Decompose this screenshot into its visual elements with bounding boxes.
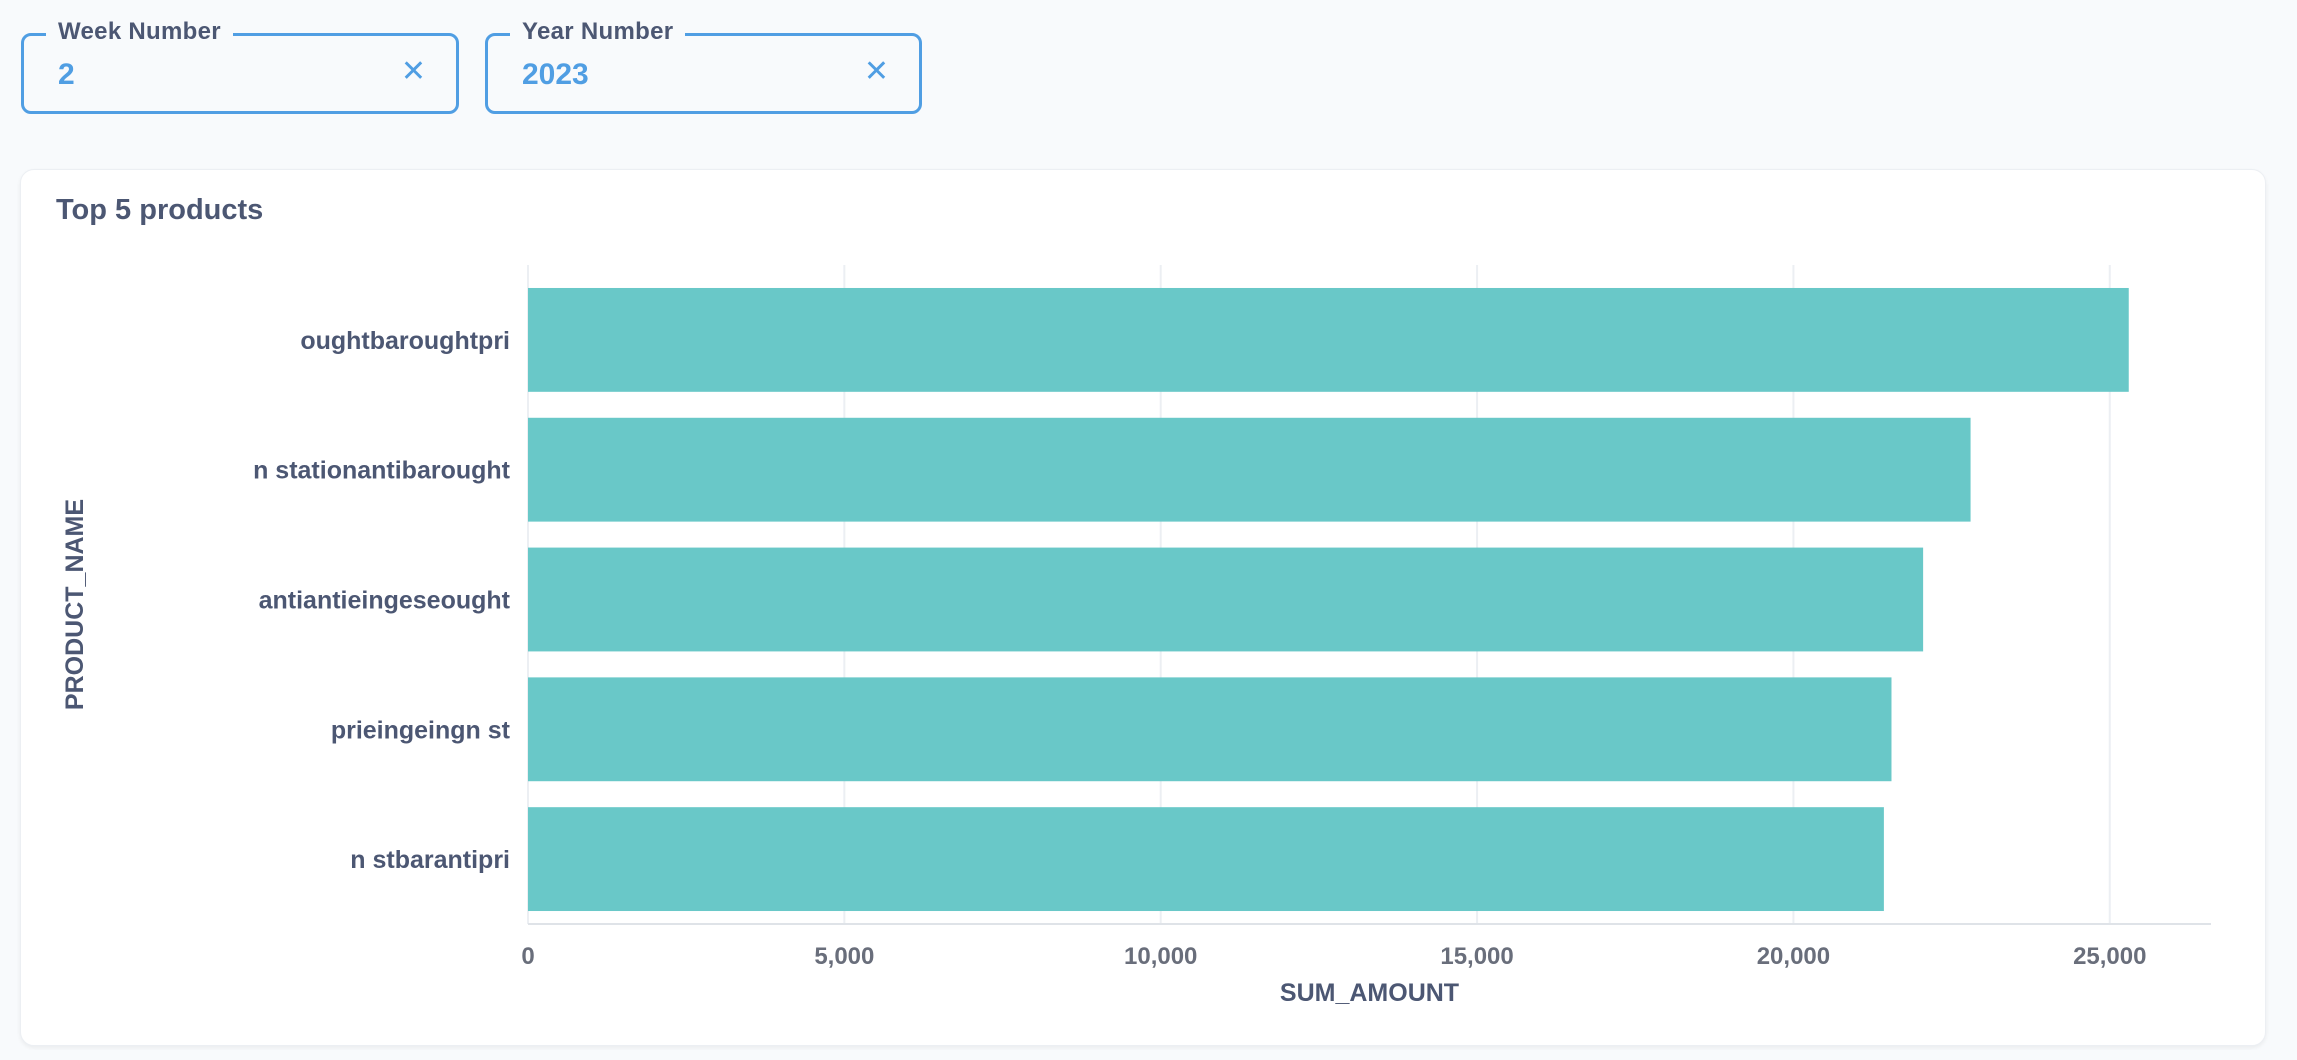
top-products-card: Top 5 products oughtbaroughtpri n station… xyxy=(20,169,2266,1046)
week-number-label: Week Number xyxy=(46,17,233,47)
bar[interactable] xyxy=(528,547,1924,652)
x-tick-label: 15,000 xyxy=(1440,943,1513,970)
bar[interactable] xyxy=(528,287,2129,392)
year-number-label: Year Number xyxy=(510,17,686,47)
category-label: n stbarantipri xyxy=(350,846,510,874)
bar[interactable] xyxy=(528,807,1884,912)
x-tick-label: 25,000 xyxy=(2073,943,2146,970)
category-label: n stationantibarought xyxy=(253,457,511,485)
y-axis-title: PRODUCT_NAME xyxy=(61,499,89,710)
week-number-filter[interactable]: Week Number 2 ✕ xyxy=(21,17,459,114)
year-number-filter[interactable]: Year Number 2023 ✕ xyxy=(485,17,922,114)
bars xyxy=(528,287,2129,912)
bar[interactable] xyxy=(528,677,1892,782)
category-label: prieingeingn st xyxy=(331,716,511,744)
tick-labels: 0 5,000 10,000 15,000 20,000 25,000 xyxy=(521,943,2146,970)
category-label: antiantieingeseought xyxy=(259,587,511,615)
x-tick-label: 0 xyxy=(521,943,534,970)
bar[interactable] xyxy=(528,417,1971,522)
x-axis-title: SUM_AMOUNT xyxy=(1280,979,1459,1007)
week-number-value[interactable]: 2 xyxy=(58,58,75,92)
close-icon[interactable]: ✕ xyxy=(401,53,426,91)
x-tick-label: 10,000 xyxy=(1124,943,1197,970)
year-number-value[interactable]: 2023 xyxy=(522,58,589,92)
x-tick-label: 5,000 xyxy=(814,943,874,970)
x-tick-label: 20,000 xyxy=(1757,943,1830,970)
bar-chart: oughtbaroughtpri n stationantibarought ant… xyxy=(61,265,2211,1007)
close-icon[interactable]: ✕ xyxy=(864,53,889,91)
dashboard-page: Week Number 2 ✕ Year Number 2023 ✕ Top 5… xyxy=(0,0,2297,1060)
page-bottom-edge xyxy=(0,1050,2297,1060)
category-label: oughtbaroughtpri xyxy=(300,327,510,355)
category-labels: oughtbaroughtpri n stationantibarought ant… xyxy=(253,327,511,874)
